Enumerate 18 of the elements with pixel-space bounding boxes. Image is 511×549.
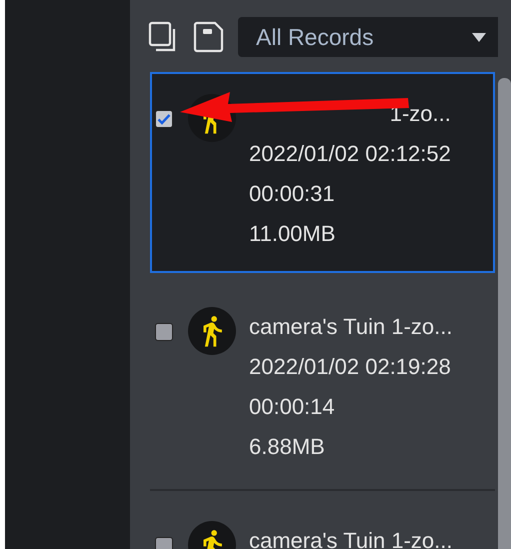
save-icon[interactable] <box>192 21 224 53</box>
record-duration: 00:00:14 <box>249 393 335 421</box>
record-title: camera's Tuin 1-zo... <box>249 313 452 341</box>
filter-dropdown[interactable]: All Records <box>238 17 498 57</box>
record-size: 11.00MB <box>249 220 336 248</box>
record-datetime: 2022/01/02 02:19:28 <box>249 353 451 381</box>
caret-icon <box>472 32 486 42</box>
checkbox[interactable] <box>155 323 173 341</box>
checkbox[interactable] <box>155 110 173 128</box>
record-card[interactable]: 1-zo... 2022/01/02 02:12:52 00:00:31 11.00MB <box>150 72 495 273</box>
copy-icon[interactable] <box>148 21 178 53</box>
record-title: camera's Tuin 1-zo... <box>249 527 452 549</box>
record-datetime: 2022/01/02 02:12:52 <box>249 140 451 168</box>
record-title: 1-zo... <box>390 100 451 128</box>
check-icon <box>157 113 171 125</box>
record-size: 6.88MB <box>249 433 325 461</box>
walking-person-icon <box>188 307 236 355</box>
record-duration: 00:00:31 <box>249 180 335 208</box>
